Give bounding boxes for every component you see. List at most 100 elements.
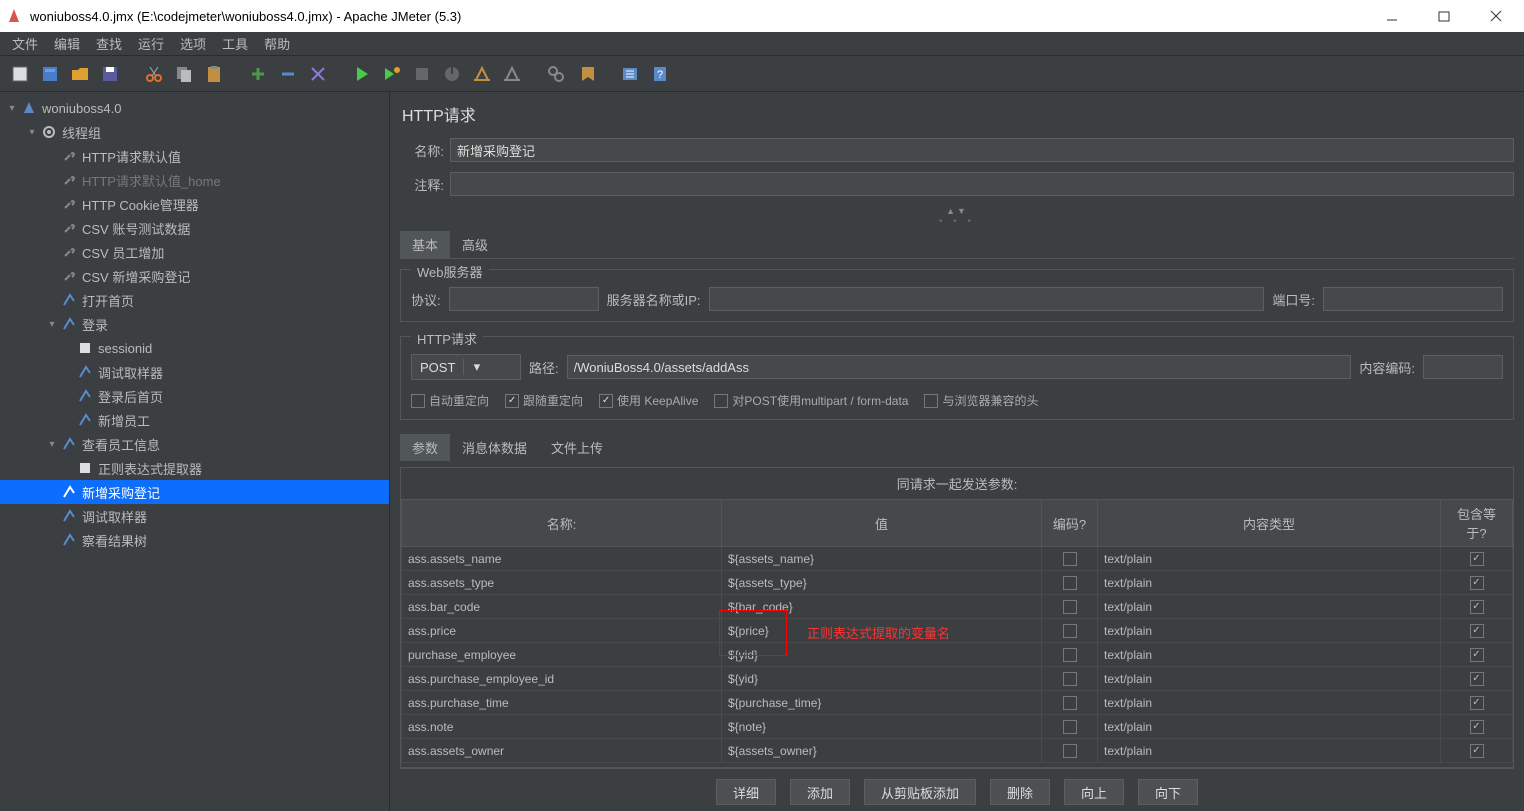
cell-type[interactable]: text/plain	[1098, 715, 1441, 739]
menu-file[interactable]: 文件	[6, 32, 44, 55]
cell-include[interactable]	[1441, 667, 1513, 691]
start-icon[interactable]	[350, 62, 374, 86]
cb-keepalive[interactable]: 使用 KeepAlive	[599, 392, 698, 409]
subtab-body[interactable]: 消息体数据	[450, 434, 539, 461]
cell-include[interactable]	[1441, 715, 1513, 739]
chevron-down-icon[interactable]: ▾	[4, 103, 20, 114]
tab-advanced[interactable]: 高级	[450, 231, 500, 258]
tree-item[interactable]: CSV 账号测试数据	[0, 216, 389, 240]
cell-type[interactable]: text/plain	[1098, 547, 1441, 571]
maximize-button[interactable]	[1430, 6, 1458, 26]
cell-name[interactable]: ass.purchase_employee_id	[402, 667, 722, 691]
up-button[interactable]: 向上	[1064, 779, 1124, 805]
paste-icon[interactable]	[202, 62, 226, 86]
down-button[interactable]: 向下	[1138, 779, 1198, 805]
cell-value[interactable]: ${price}	[722, 619, 1042, 643]
encoding-input[interactable]	[1423, 355, 1503, 379]
cell-encode[interactable]	[1042, 643, 1098, 667]
clear-icon[interactable]	[470, 62, 494, 86]
cell-type[interactable]: text/plain	[1098, 691, 1441, 715]
cb-browser[interactable]: 与浏览器兼容的头	[924, 392, 1038, 409]
stop-icon[interactable]	[410, 62, 434, 86]
cell-include[interactable]	[1441, 739, 1513, 763]
cell-type[interactable]: text/plain	[1098, 643, 1441, 667]
collapse-handle[interactable]: ▲▼	[400, 206, 1514, 216]
menu-run[interactable]: 运行	[132, 32, 170, 55]
table-row[interactable]: ass.purchase_employee_id ${yid} text/pla…	[402, 667, 1513, 691]
tree-item[interactable]: HTTP请求默认值	[0, 144, 389, 168]
cell-value[interactable]: ${assets_owner}	[722, 739, 1042, 763]
tree-item[interactable]: HTTP请求默认值_home	[0, 168, 389, 192]
tree-root[interactable]: ▾ woniuboss4.0	[0, 96, 389, 120]
table-row[interactable]: ass.price ${price} text/plain	[402, 619, 1513, 643]
cell-name[interactable]: ass.purchase_time	[402, 691, 722, 715]
clipboard-button[interactable]: 从剪贴板添加	[864, 779, 976, 805]
tree-item[interactable]: 新增员工	[0, 408, 389, 432]
delete-button[interactable]: 删除	[990, 779, 1050, 805]
cut-icon[interactable]	[142, 62, 166, 86]
reset-search-icon[interactable]	[574, 62, 598, 86]
tree-item[interactable]: 登录后首页	[0, 384, 389, 408]
add-button[interactable]: 添加	[790, 779, 850, 805]
cell-encode[interactable]	[1042, 571, 1098, 595]
cell-include[interactable]	[1441, 547, 1513, 571]
cell-name[interactable]: purchase_employee	[402, 643, 722, 667]
tree-item[interactable]: 调试取样器	[0, 504, 389, 528]
cell-include[interactable]	[1441, 619, 1513, 643]
templates-icon[interactable]	[38, 62, 62, 86]
subtab-params[interactable]: 参数	[400, 434, 450, 461]
col-name[interactable]: 名称:	[402, 500, 722, 547]
table-row[interactable]: ass.note ${note} text/plain	[402, 715, 1513, 739]
col-value[interactable]: 值	[722, 500, 1042, 547]
table-row[interactable]: ass.assets_type ${assets_type} text/plai…	[402, 571, 1513, 595]
cb-multipart[interactable]: 对POST使用multipart / form-data	[714, 392, 908, 409]
menu-options[interactable]: 选项	[174, 32, 212, 55]
protocol-input[interactable]	[449, 287, 599, 311]
function-helper-icon[interactable]	[618, 62, 642, 86]
cell-value[interactable]: ${yid}	[722, 667, 1042, 691]
open-icon[interactable]	[68, 62, 92, 86]
tree-item[interactable]: CSV 员工增加	[0, 240, 389, 264]
server-input[interactable]	[709, 287, 1265, 311]
minimize-button[interactable]	[1378, 6, 1406, 26]
col-include[interactable]: 包含等于?	[1441, 500, 1513, 547]
cell-name[interactable]: ass.price	[402, 619, 722, 643]
table-row[interactable]: ass.purchase_time ${purchase_time} text/…	[402, 691, 1513, 715]
table-row[interactable]: purchase_employee ${yid} text/plain	[402, 643, 1513, 667]
cell-value[interactable]: ${note}	[722, 715, 1042, 739]
tree-item[interactable]: 打开首页	[0, 288, 389, 312]
table-row[interactable]: ass.assets_owner ${assets_owner} text/pl…	[402, 739, 1513, 763]
cell-type[interactable]: text/plain	[1098, 619, 1441, 643]
tree-item[interactable]: sessionid	[0, 336, 389, 360]
cb-autoredirect[interactable]: 自动重定向	[411, 392, 489, 409]
expand-icon[interactable]	[246, 62, 270, 86]
cell-include[interactable]	[1441, 595, 1513, 619]
cb-followredirect[interactable]: 跟随重定向	[505, 392, 583, 409]
tree-login[interactable]: ▾ 登录	[0, 312, 389, 336]
cell-type[interactable]: text/plain	[1098, 595, 1441, 619]
cell-type[interactable]: text/plain	[1098, 667, 1441, 691]
subtab-file[interactable]: 文件上传	[539, 434, 615, 461]
start-no-timers-icon[interactable]	[380, 62, 404, 86]
menu-edit[interactable]: 编辑	[48, 32, 86, 55]
shutdown-icon[interactable]	[440, 62, 464, 86]
cell-encode[interactable]	[1042, 739, 1098, 763]
cell-value[interactable]: ${assets_type}	[722, 571, 1042, 595]
cell-include[interactable]	[1441, 571, 1513, 595]
name-input[interactable]	[450, 138, 1514, 162]
cell-encode[interactable]	[1042, 715, 1098, 739]
toggle-icon[interactable]	[306, 62, 330, 86]
copy-icon[interactable]	[172, 62, 196, 86]
help-icon[interactable]: ?	[648, 62, 672, 86]
cell-encode[interactable]	[1042, 595, 1098, 619]
menu-tools[interactable]: 工具	[216, 32, 254, 55]
cell-value[interactable]: ${bar_code}	[722, 595, 1042, 619]
tree-item[interactable]: 调试取样器	[0, 360, 389, 384]
comment-input[interactable]	[450, 172, 1514, 196]
table-row[interactable]: ass.bar_code ${bar_code} text/plain	[402, 595, 1513, 619]
table-row[interactable]: ass.assets_name ${assets_name} text/plai…	[402, 547, 1513, 571]
new-icon[interactable]	[8, 62, 32, 86]
cell-value[interactable]: ${purchase_time}	[722, 691, 1042, 715]
clear-all-icon[interactable]	[500, 62, 524, 86]
tree-threadgroup[interactable]: ▾ 线程组	[0, 120, 389, 144]
